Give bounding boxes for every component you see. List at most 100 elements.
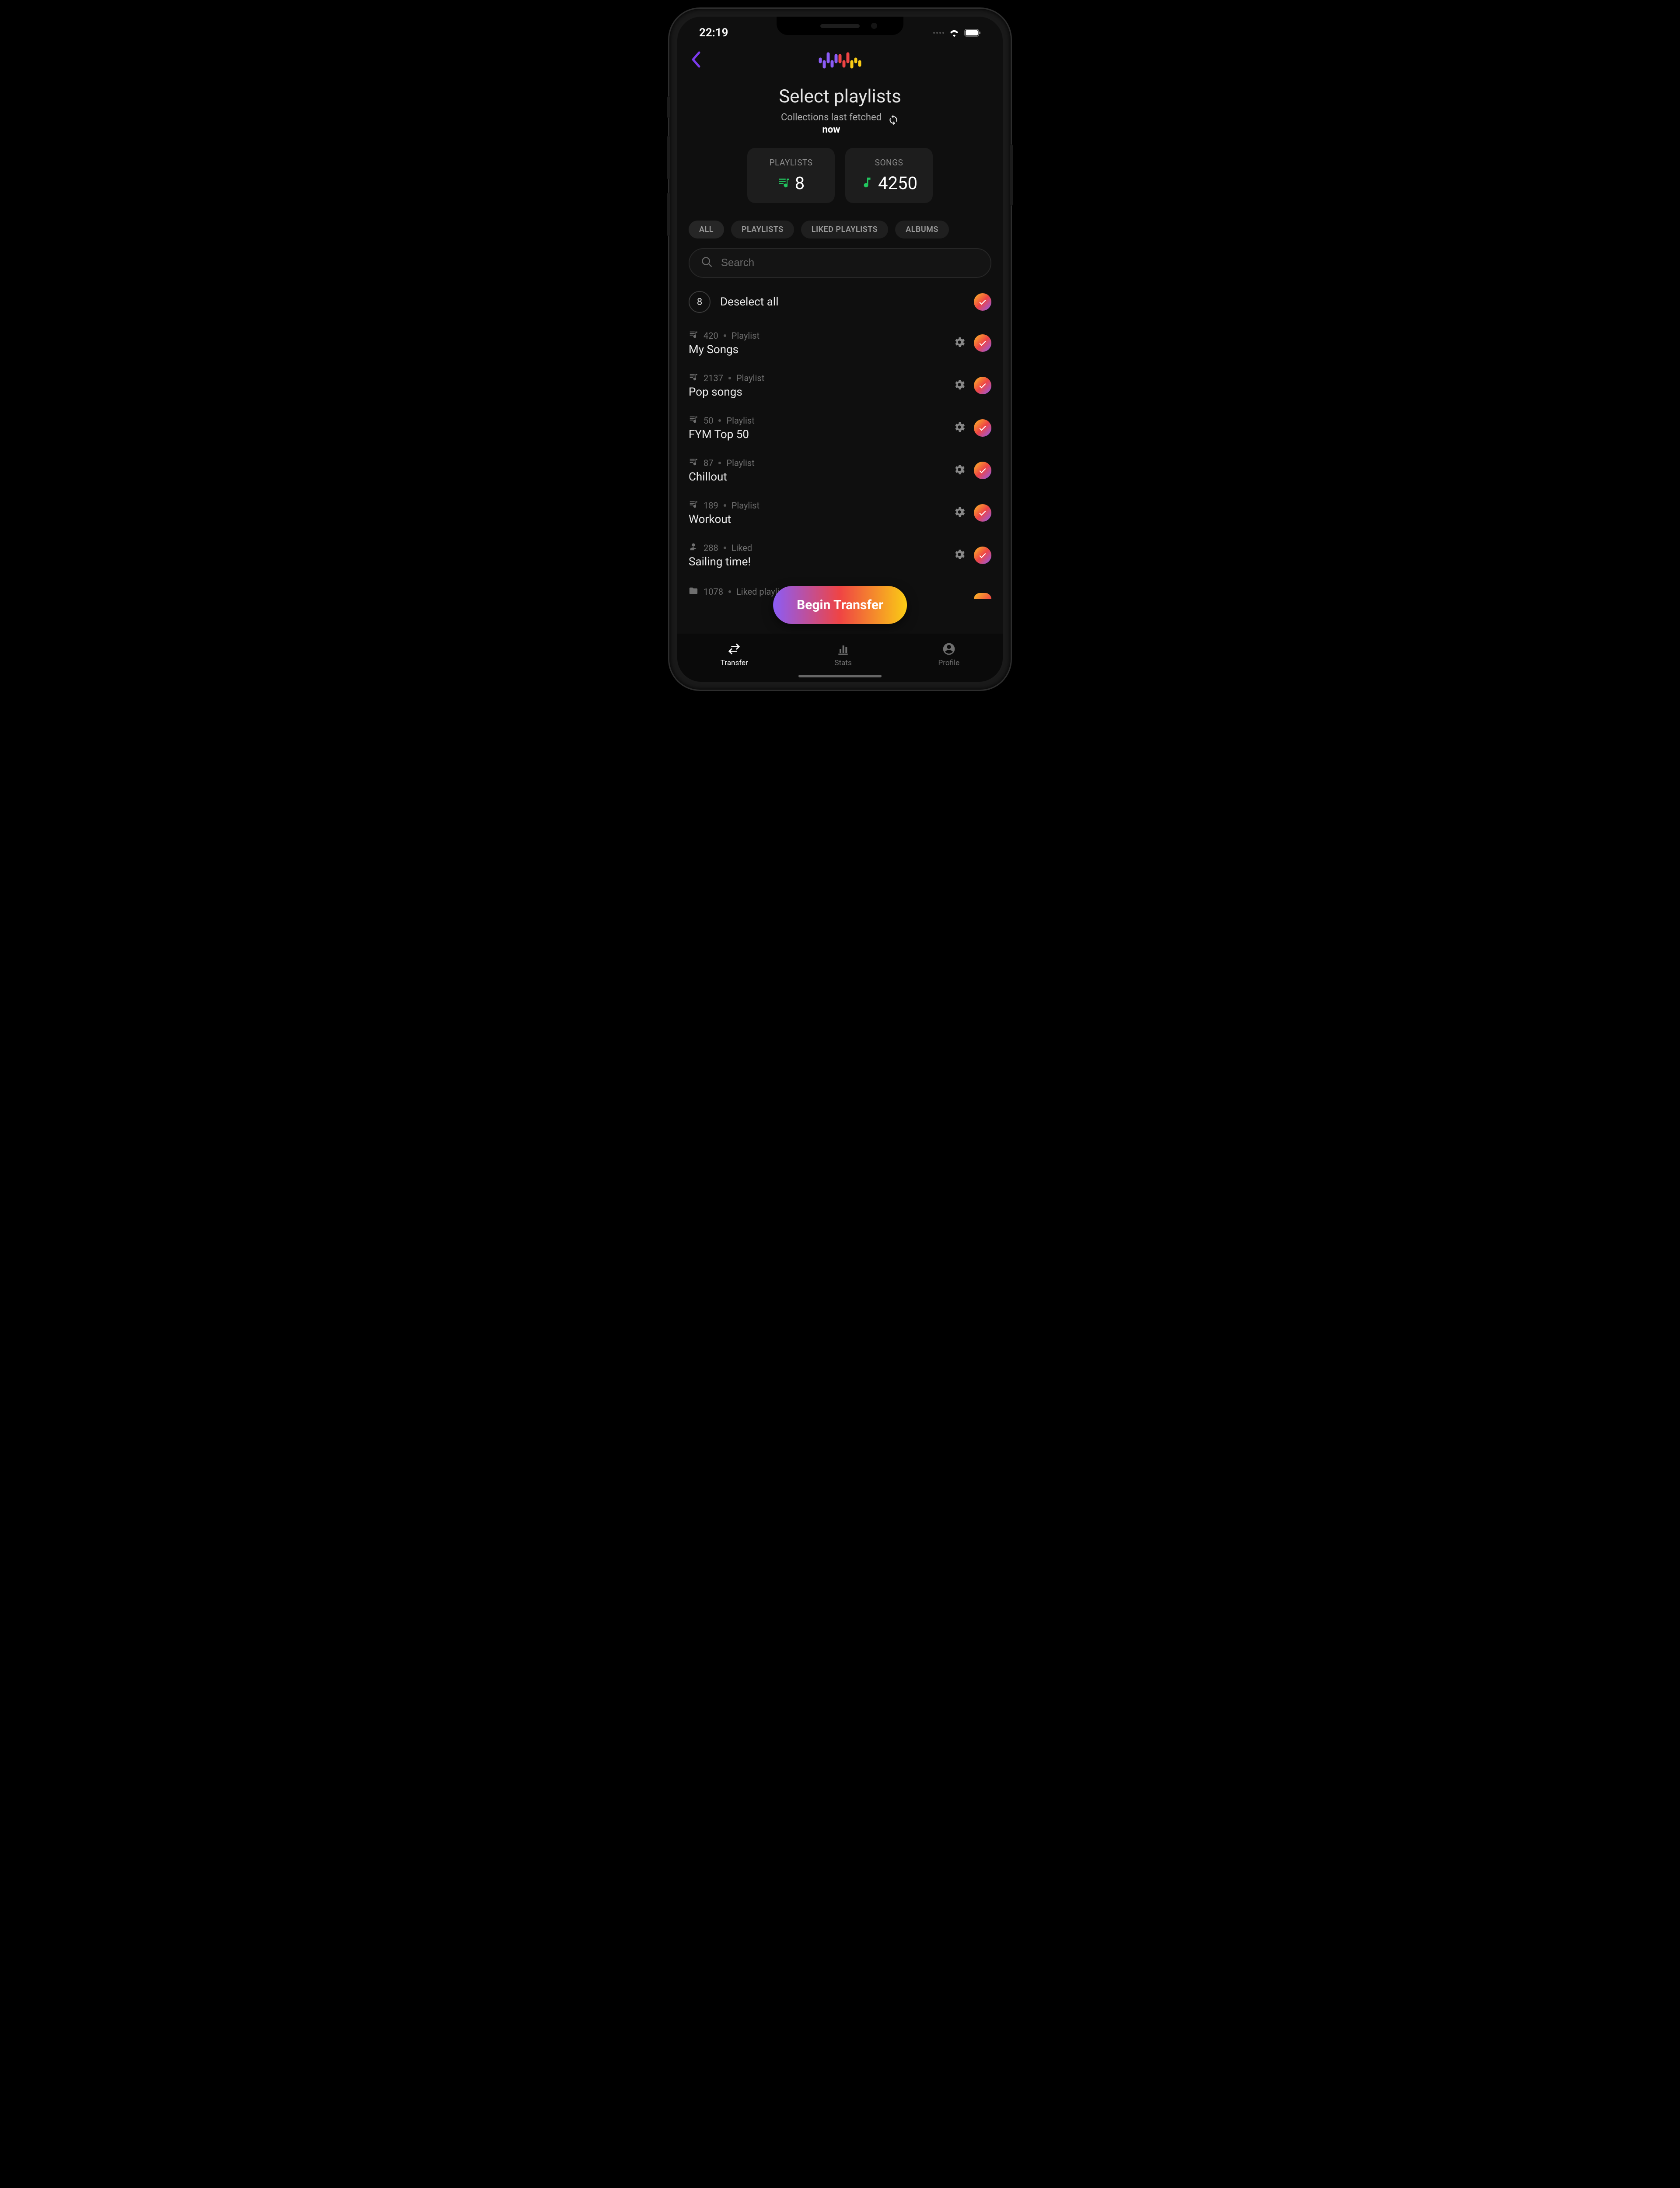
home-indicator[interactable]	[798, 675, 882, 677]
screen: 22:19	[677, 17, 1003, 682]
tab-stats[interactable]: Stats	[835, 642, 852, 667]
separator-dot-icon	[728, 590, 731, 593]
row-checkbox[interactable]	[974, 334, 991, 352]
back-button[interactable]	[690, 51, 701, 73]
playlist-count-icon	[689, 372, 698, 384]
playlist-count-icon	[689, 457, 698, 469]
row-settings-button[interactable]	[953, 463, 966, 478]
tab-profile[interactable]: Profile	[938, 642, 960, 667]
deselect-row: 8 Deselect all	[689, 291, 991, 313]
phone-frame: 22:19	[669, 9, 1011, 690]
volume-down-button	[667, 193, 670, 236]
playlist-row[interactable]: 2137 Playlist Pop songs	[677, 364, 1003, 407]
signal-dots-icon	[933, 32, 944, 34]
filter-row: ALL PLAYLISTS LIKED PLAYLISTS ALBUMS	[689, 221, 991, 238]
row-count: 420	[704, 330, 718, 341]
separator-dot-icon	[724, 334, 726, 337]
top-bar	[677, 42, 1003, 81]
page-subtitle: Collections last fetched now	[677, 112, 1003, 136]
row-type: Playlist	[736, 373, 764, 383]
tab-label: Stats	[835, 659, 852, 667]
folder-music-icon	[689, 586, 698, 598]
search-icon	[701, 256, 713, 270]
wifi-icon	[948, 28, 960, 37]
page-title: Select playlists	[677, 86, 1003, 107]
row-type: Liked	[732, 543, 752, 553]
row-title: Chillout	[689, 470, 945, 484]
playlist-row[interactable]: 288 Liked Sailing time!	[677, 534, 1003, 576]
row-count: 288	[704, 543, 718, 553]
begin-transfer-button[interactable]: Begin Transfer	[773, 586, 907, 624]
playlist-list: 420 Playlist My Songs 2137 Playlist	[677, 322, 1003, 599]
row-settings-button[interactable]	[953, 378, 966, 393]
playlist-row[interactable]: 87 Playlist Chillout	[677, 449, 1003, 491]
row-type: Playlist	[732, 500, 760, 511]
playlist-count-icon	[689, 414, 698, 426]
row-type: Playlist	[726, 415, 754, 426]
stat-value: 8	[795, 173, 805, 193]
stat-card-playlists: PLAYLISTS 8	[747, 148, 835, 203]
volume-up-button	[667, 136, 670, 179]
playlist-row[interactable]: 420 Playlist My Songs	[677, 322, 1003, 364]
filter-playlists[interactable]: PLAYLISTS	[731, 221, 794, 238]
status-right	[933, 28, 981, 37]
row-title: Workout	[689, 513, 945, 526]
subtitle-text: Collections last fetched	[781, 112, 882, 124]
row-checkbox[interactable]	[974, 419, 991, 437]
speaker-grill	[820, 24, 860, 28]
status-time: 22:19	[699, 26, 728, 39]
playlist-row[interactable]: 189 Playlist Workout	[677, 491, 1003, 534]
tab-transfer[interactable]: Transfer	[721, 642, 748, 667]
row-settings-button[interactable]	[953, 336, 966, 351]
stat-label: SONGS	[850, 158, 928, 168]
separator-dot-icon	[724, 504, 726, 507]
separator-dot-icon	[728, 377, 731, 379]
app-logo-icon	[818, 51, 862, 73]
refresh-button[interactable]	[888, 114, 899, 128]
separator-dot-icon	[724, 547, 726, 549]
row-settings-button[interactable]	[953, 548, 966, 563]
row-count: 2137	[704, 373, 723, 383]
row-count: 87	[704, 458, 713, 468]
row-count: 189	[704, 500, 718, 511]
select-all-checkbox[interactable]	[974, 293, 991, 311]
filter-all[interactable]: ALL	[689, 221, 724, 238]
search-container[interactable]	[689, 248, 991, 278]
power-button	[1010, 144, 1013, 206]
row-checkbox[interactable]	[974, 462, 991, 479]
row-count: 50	[704, 415, 713, 426]
row-checkbox[interactable]	[974, 504, 991, 522]
search-input[interactable]	[721, 257, 979, 269]
row-settings-button[interactable]	[953, 421, 966, 435]
separator-dot-icon	[718, 462, 721, 464]
playlist-count-icon	[689, 499, 698, 511]
row-count: 1078	[704, 586, 723, 597]
filter-liked-playlists[interactable]: LIKED PLAYLISTS	[801, 221, 888, 238]
stat-value: 4250	[878, 173, 917, 193]
row-checkbox[interactable]	[974, 377, 991, 394]
row-checkbox[interactable]	[974, 547, 991, 564]
notch	[777, 17, 903, 35]
filter-albums[interactable]: ALBUMS	[895, 221, 949, 238]
front-camera	[871, 23, 877, 29]
row-title: FYM Top 50	[689, 428, 945, 441]
row-title: Sailing time!	[689, 555, 945, 568]
battery-icon	[964, 29, 981, 37]
row-checkbox[interactable]	[974, 593, 991, 599]
stat-label: PLAYLISTS	[752, 158, 830, 168]
row-type: Playlist	[732, 330, 760, 341]
liked-icon	[689, 542, 698, 554]
row-title: Pop songs	[689, 386, 945, 399]
tab-label: Transfer	[721, 659, 748, 667]
playlist-count-icon	[689, 330, 698, 341]
subtitle-time: now	[822, 124, 840, 136]
mute-switch	[667, 96, 670, 118]
deselect-all-button[interactable]: Deselect all	[720, 295, 964, 309]
playlist-stat-icon	[777, 176, 791, 191]
playlist-row[interactable]: 50 Playlist FYM Top 50	[677, 407, 1003, 449]
row-type: Playlist	[726, 458, 754, 468]
music-stat-icon	[861, 176, 874, 191]
separator-dot-icon	[718, 419, 721, 422]
tab-label: Profile	[938, 659, 960, 667]
row-settings-button[interactable]	[953, 505, 966, 520]
